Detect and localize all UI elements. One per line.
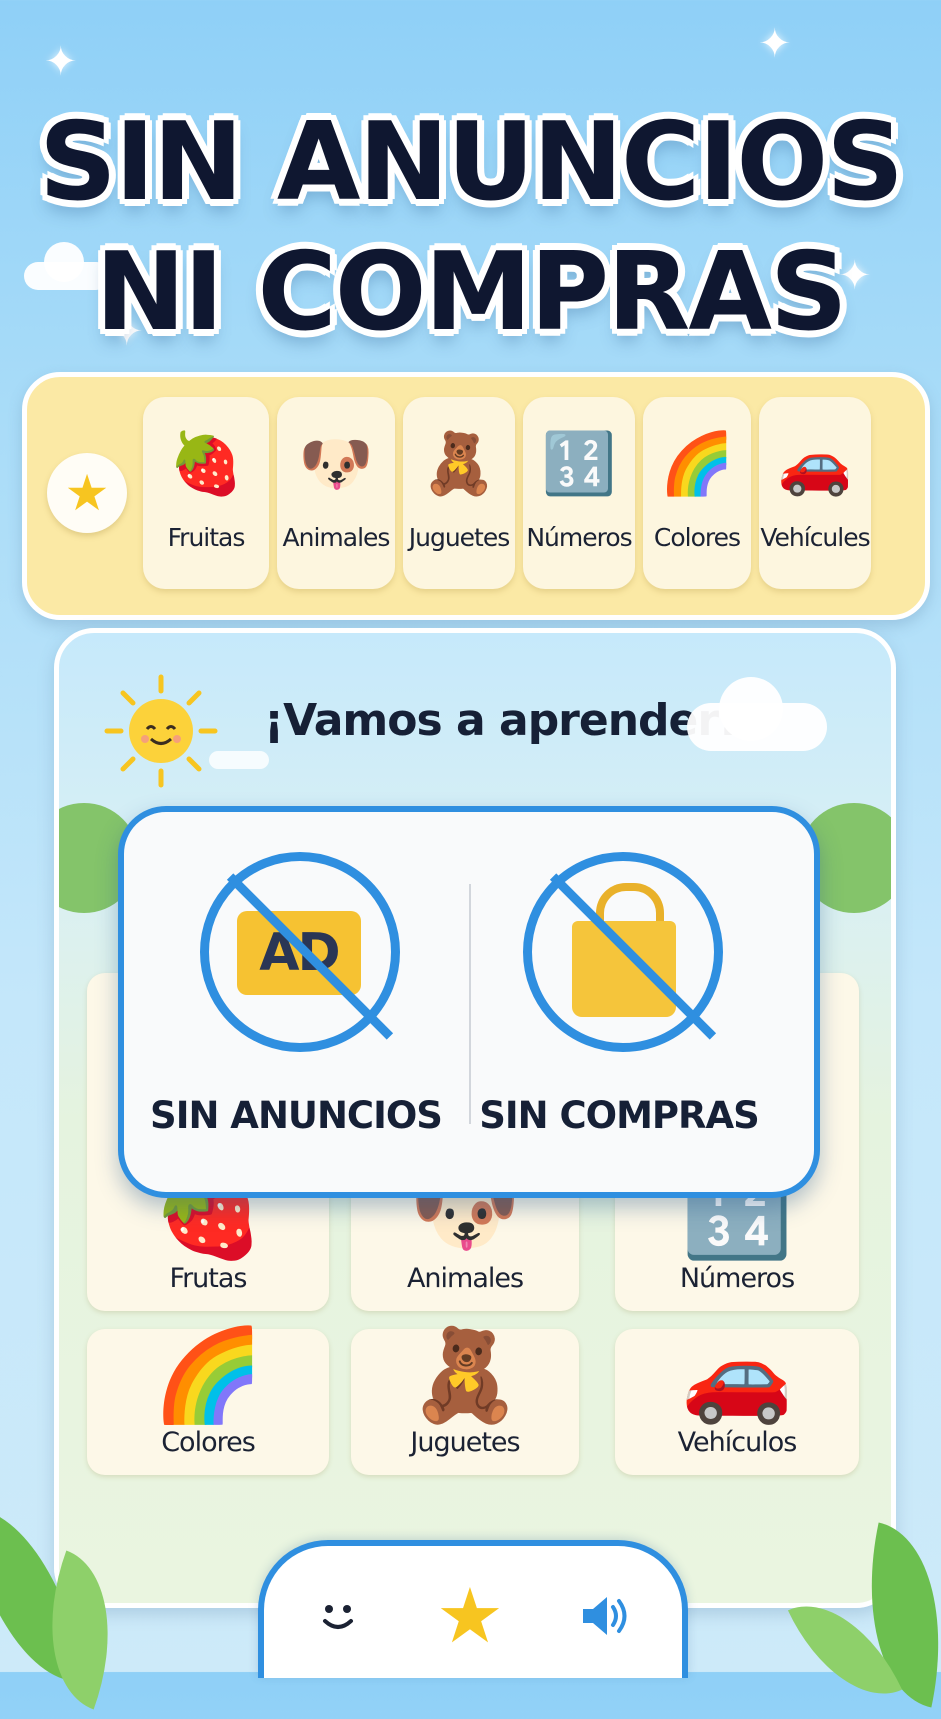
car-icon: 🚗 — [680, 1323, 794, 1428]
grid-card-label: Frutas — [169, 1263, 248, 1294]
category-vehicles[interactable]: 🚗 Vehícules — [759, 397, 871, 589]
star-button[interactable]: ★ — [430, 1576, 510, 1656]
no-ads-label: SIN ANUNCIOS — [150, 1094, 443, 1137]
headline-line-2: NI COMPRAS — [95, 230, 847, 355]
category-label: Fruitas — [167, 523, 246, 552]
star-icon: ★ — [435, 1571, 505, 1660]
grid-card-label: Colores — [161, 1427, 256, 1458]
sound-button[interactable] — [564, 1576, 644, 1656]
rainbow-icon: 🌈 — [659, 429, 735, 499]
sparkle-icon: ✦ — [758, 21, 792, 67]
category-bar: ★ 🍓 Fruitas 🐶 Animales 🧸 Juguetes 🔢 Núme… — [22, 372, 930, 620]
headline-line-1: SIN ANUNCIOS — [38, 100, 904, 225]
teddy-bear-icon: 🧸 — [421, 429, 497, 499]
grid-card-label: Animales — [406, 1263, 524, 1294]
category-label: Animales — [282, 523, 391, 552]
category-animals[interactable]: 🐶 Animales — [277, 397, 395, 589]
page-title: ¡Vamos a aprender! — [264, 695, 738, 746]
smiley-button[interactable] — [298, 1576, 378, 1656]
sun-icon — [104, 674, 218, 788]
no-purchases-label: SIN COMPRAS — [479, 1094, 760, 1137]
favorites-button[interactable]: ★ — [47, 453, 127, 533]
category-label: Números — [526, 523, 632, 552]
numbers-icon: 🔢 — [541, 429, 617, 499]
shopping-bag-icon — [572, 921, 676, 1017]
star-icon: ★ — [64, 464, 110, 522]
grid-card-label: Números — [679, 1263, 795, 1294]
car-icon: 🚗 — [777, 429, 853, 499]
rainbow-icon: 🌈 — [151, 1323, 265, 1428]
sparkle-icon: ✦ — [44, 39, 78, 85]
grid-card-colors[interactable]: 🌈 Colores — [87, 1323, 329, 1475]
grid-card-toys[interactable]: 🧸 Juguetes — [351, 1323, 579, 1475]
cloud-decoration — [719, 677, 783, 741]
category-colors[interactable]: 🌈 Colores — [643, 397, 751, 589]
no-ads-no-purchases-card: AD SIN ANUNCIOS SIN COMPRAS — [118, 806, 820, 1198]
smiley-icon — [323, 1605, 353, 1629]
category-label: Vehícules — [760, 523, 870, 552]
bottom-nav-bar: ★ — [258, 1540, 688, 1678]
category-fruits[interactable]: 🍓 Fruitas — [143, 397, 269, 589]
speaker-icon — [583, 1597, 627, 1635]
category-label: Colores — [653, 523, 741, 552]
grid-card-label: Vehículos — [677, 1427, 798, 1458]
category-numbers[interactable]: 🔢 Números — [523, 397, 635, 589]
dog-icon: 🐶 — [298, 429, 374, 499]
no-purchases-section: SIN COMPRAS — [469, 812, 814, 1192]
no-ads-icon: AD — [200, 852, 400, 1052]
grid-card-vehicles[interactable]: 🚗 Vehículos — [615, 1323, 859, 1475]
grid-card-label: Juguetes — [410, 1427, 520, 1458]
strawberry-icon: 🍓 — [168, 429, 244, 499]
cloud-decoration — [209, 751, 269, 769]
category-toys[interactable]: 🧸 Juguetes — [403, 397, 515, 589]
no-ads-section: AD SIN ANUNCIOS — [124, 812, 469, 1192]
category-label: Juguetes — [408, 523, 511, 552]
teddy-bear-icon: 🧸 — [408, 1323, 522, 1428]
no-purchases-icon — [523, 852, 723, 1052]
